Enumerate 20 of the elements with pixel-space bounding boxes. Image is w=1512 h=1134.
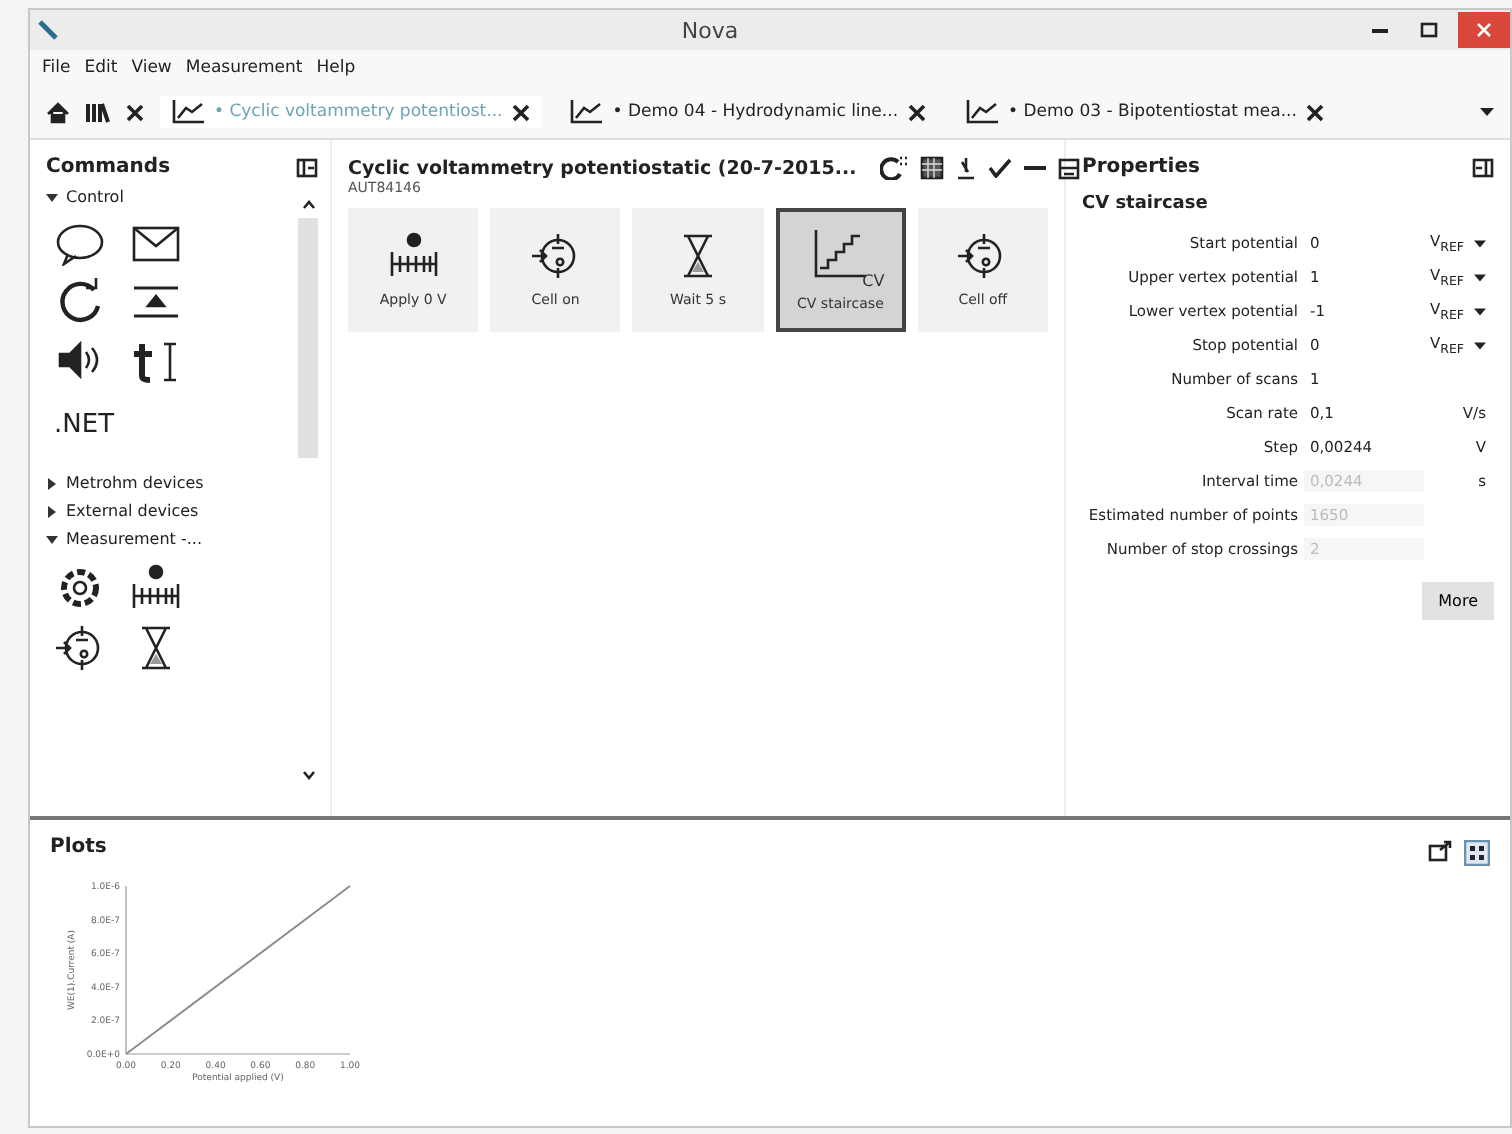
group-label[interactable]: Control xyxy=(66,188,124,206)
document-tab[interactable]: • Demo 04 - Hydrodynamic line... xyxy=(558,96,939,128)
group-label[interactable]: Metrohm devices xyxy=(66,474,204,492)
menu-item[interactable]: Help xyxy=(316,58,356,78)
more-button[interactable]: More xyxy=(1422,582,1494,620)
panel-title: Commands xyxy=(46,156,171,178)
command-item[interactable]: .NET xyxy=(54,410,115,440)
icon-text: CV xyxy=(862,272,885,290)
menu-item[interactable]: View xyxy=(131,58,172,78)
panel-title: Plots xyxy=(50,836,107,858)
menu-item[interactable]: Measurement xyxy=(185,58,303,78)
section-title: CV staircase xyxy=(1082,194,1210,214)
group-label[interactable]: External devices xyxy=(66,502,199,520)
group-label[interactable]: Measurement -... xyxy=(66,530,202,548)
window-title: Nova xyxy=(679,17,741,43)
menu-item[interactable]: Edit xyxy=(84,58,118,78)
procedure-title: Cyclic voltammetry potentiostatic (20-7-2015... xyxy=(348,157,857,179)
panel-title: Properties xyxy=(1082,156,1200,178)
document-tab[interactable]: • Demo 03 - Bipotentiostat mea... xyxy=(954,96,1337,128)
menu-item[interactable]: File xyxy=(42,58,71,78)
